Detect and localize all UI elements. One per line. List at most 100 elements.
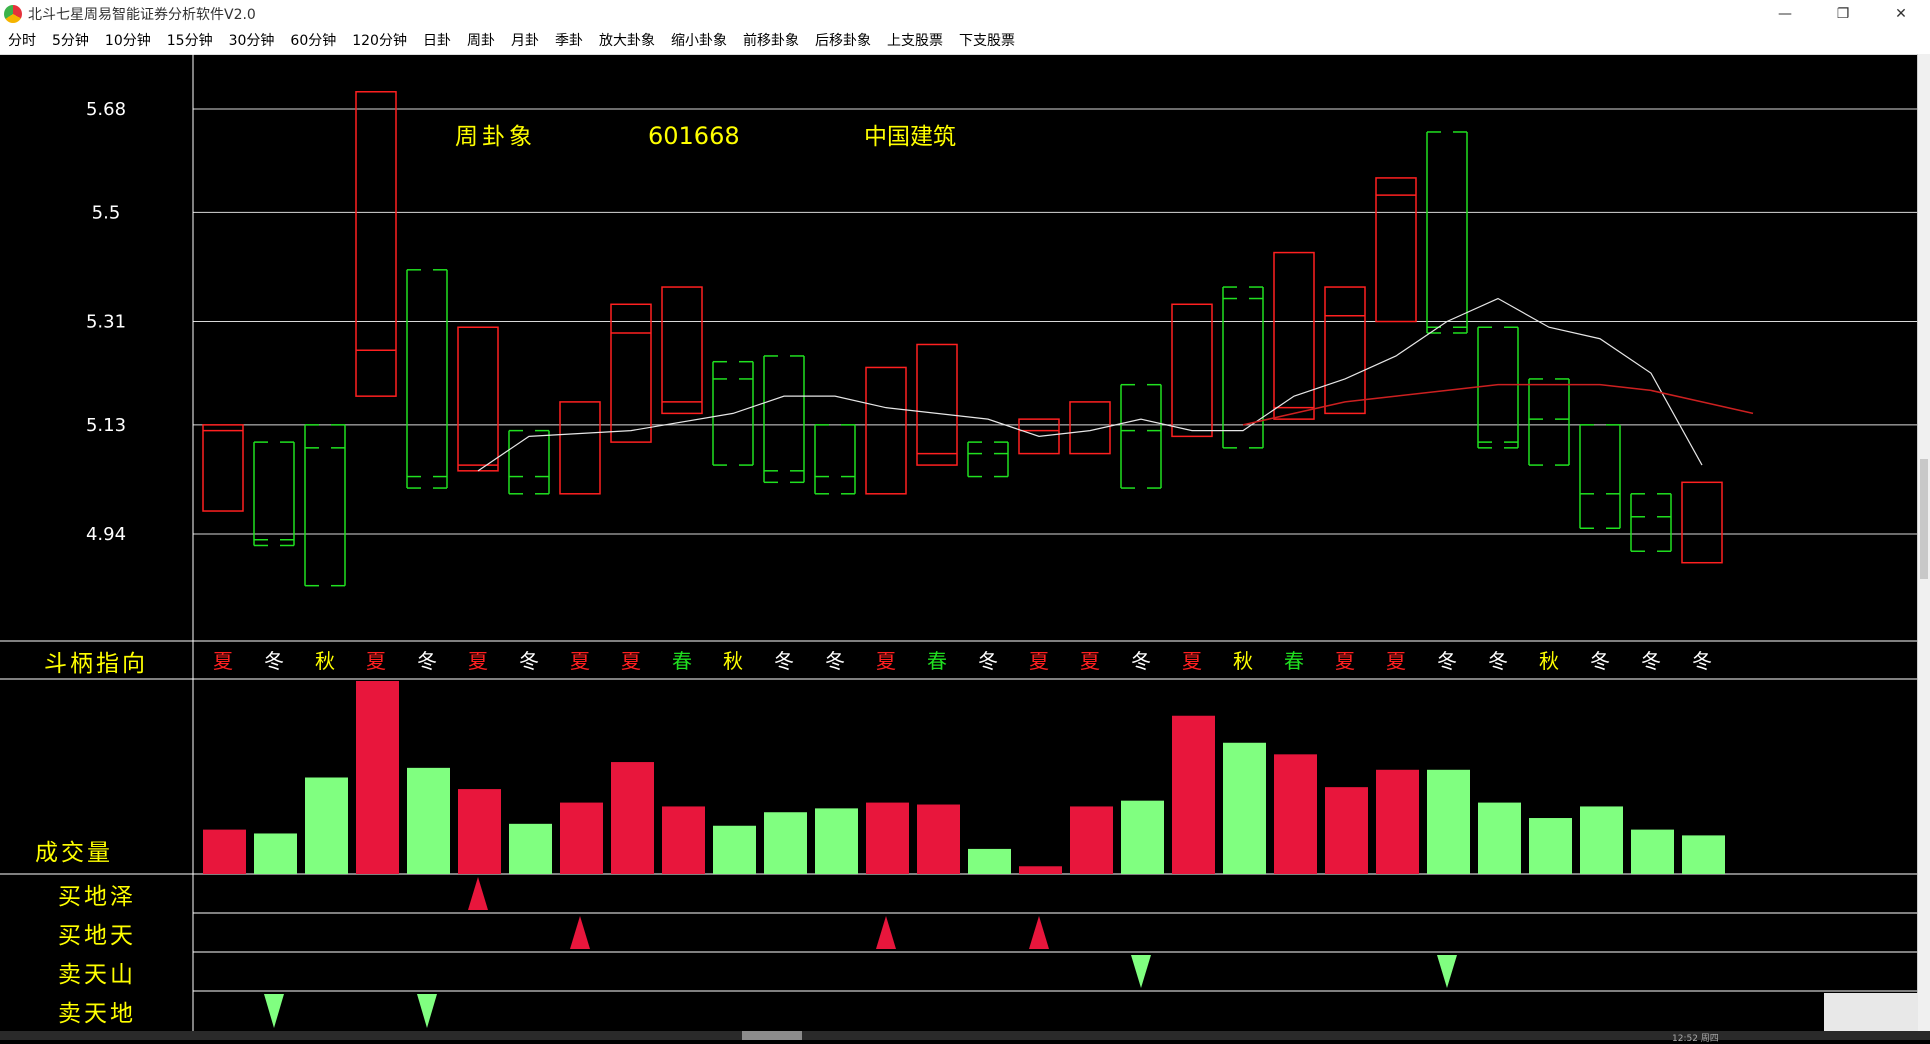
menu-item-14[interactable]: 后移卦象 — [807, 28, 879, 54]
volume-bar — [1631, 829, 1674, 874]
volume-bar — [968, 848, 1011, 874]
candle — [1528, 378, 1570, 466]
volume-label: 成交量 — [35, 840, 113, 866]
season-glyph: 夏 — [570, 649, 590, 673]
menu-item-8[interactable]: 周卦 — [459, 28, 503, 54]
close-button[interactable]: ✕ — [1872, 0, 1930, 28]
menu-item-3[interactable]: 15分钟 — [159, 28, 221, 54]
season-glyph: 冬 — [1437, 649, 1457, 673]
volume-bar — [203, 829, 246, 874]
status-time: 12:52 周四 — [1672, 1034, 1719, 1044]
season-glyph: 夏 — [1335, 649, 1355, 673]
candle — [457, 326, 499, 472]
candle — [355, 91, 397, 397]
menu-item-7[interactable]: 日卦 — [415, 28, 459, 54]
candle — [661, 286, 703, 415]
menu-item-15[interactable]: 上支股票 — [879, 28, 951, 54]
menu-item-1[interactable]: 5分钟 — [44, 28, 97, 54]
signal-row-label: 卖天地 — [58, 1001, 136, 1027]
volume-bar — [662, 806, 705, 874]
chart-canvas[interactable]: 5.68 5.5 5.31 5.13 4.94 周卦象 601668 中国建筑斗柄指向 夏 冬 秋 夏… — [0, 54, 1918, 1031]
candle — [1120, 383, 1162, 489]
volume-bar — [254, 833, 297, 874]
candle — [1273, 251, 1315, 420]
season-glyph: 春 — [1284, 649, 1304, 673]
stock-code: 601668 — [648, 122, 740, 150]
volume-bar — [1376, 769, 1419, 874]
status-box — [1824, 993, 1918, 1031]
volume-bar — [917, 804, 960, 874]
candle-body — [1681, 481, 1723, 564]
app-logo-icon — [4, 5, 22, 23]
menu-item-11[interactable]: 放大卦象 — [591, 28, 663, 54]
menu-item-5[interactable]: 60分钟 — [282, 28, 344, 54]
candle-body — [457, 326, 499, 472]
season-glyph: 冬 — [264, 649, 284, 673]
season-glyph: 冬 — [1488, 649, 1508, 673]
candle — [1630, 493, 1672, 552]
scroll-thumb[interactable] — [1920, 459, 1928, 579]
volume-bar — [1019, 866, 1062, 874]
stock-name: 中国建筑 — [864, 124, 956, 150]
candle — [304, 424, 346, 587]
candle-body — [202, 424, 244, 512]
menu-item-0[interactable]: 分时 — [0, 28, 44, 54]
menu-item-6[interactable]: 120分钟 — [344, 28, 415, 54]
signal-arrow-down — [417, 994, 437, 1028]
candle — [1579, 424, 1621, 530]
candle — [1426, 131, 1468, 334]
signal-row-label: 卖天山 — [58, 962, 136, 988]
volume-bar — [1223, 742, 1266, 874]
season-glyph: 夏 — [1182, 649, 1202, 673]
menu-item-13[interactable]: 前移卦象 — [735, 28, 807, 54]
menu-item-2[interactable]: 10分钟 — [97, 28, 159, 54]
volume-bar — [764, 812, 807, 874]
season-glyph: 冬 — [774, 649, 794, 673]
chart-area: 5.68 5.5 5.31 5.13 4.94 周卦象 601668 中国建筑 斗柄指向 夏 冬 秋 夏… — [0, 54, 1918, 1031]
candle-body — [610, 303, 652, 443]
candle-body — [559, 401, 601, 495]
window-title: 北斗七星周易智能证券分析软件V2.0 — [28, 7, 256, 23]
menu-item-4[interactable]: 30分钟 — [221, 28, 283, 54]
menu-item-10[interactable]: 季卦 — [547, 28, 591, 54]
volume-bar — [1427, 769, 1470, 874]
menu-bar: 分时 5分钟 10分钟 15分钟 30分钟 60分钟 120分钟 日卦 周卦 月卦 季卦 放大卦象 缩小… — [0, 28, 1930, 55]
horizontal-scrollbar[interactable] — [0, 1031, 1930, 1040]
volume-bar — [866, 802, 909, 874]
minimize-button[interactable]: — — [1756, 0, 1814, 28]
direction-label: 斗柄指向 — [44, 651, 148, 677]
candle — [1375, 177, 1417, 323]
volume-bar — [356, 681, 399, 874]
candle — [610, 303, 652, 443]
volume-bar — [1682, 835, 1725, 874]
volume-bar — [1325, 787, 1368, 874]
y-tick-label: 5.5 — [92, 202, 121, 223]
period-label: 周卦象 — [455, 124, 536, 150]
menu-item-12[interactable]: 缩小卦象 — [663, 28, 735, 54]
candle — [763, 355, 805, 484]
signal-arrow-up — [1029, 916, 1049, 949]
season-glyph: 夏 — [366, 649, 386, 673]
season-glyph: 秋 — [723, 649, 743, 673]
season-glyph: 夏 — [213, 649, 233, 673]
season-glyph: 夏 — [1386, 649, 1406, 673]
menu-item-9[interactable]: 月卦 — [503, 28, 547, 54]
candle — [967, 441, 1009, 478]
candle — [406, 269, 448, 489]
title-bar: 北斗七星周易智能证券分析软件V2.0 — ❐ ✕ — [0, 0, 1930, 28]
scroll-thumb-h[interactable] — [742, 1031, 802, 1040]
menu-item-16[interactable]: 下支股票 — [951, 28, 1023, 54]
season-glyph: 冬 — [978, 649, 998, 673]
season-glyph: 冬 — [1641, 649, 1661, 673]
volume-bar — [407, 767, 450, 874]
vertical-scrollbar[interactable] — [1917, 54, 1930, 1031]
volume-bar — [713, 825, 756, 874]
candle — [865, 366, 907, 495]
candle-body — [865, 366, 907, 495]
volume-bar — [815, 808, 858, 874]
y-tick-label: 5.68 — [86, 99, 126, 120]
y-tick-label: 5.13 — [86, 415, 126, 436]
season-glyph: 春 — [927, 649, 947, 673]
signal-arrow-down — [264, 994, 284, 1028]
restore-button[interactable]: ❐ — [1814, 0, 1872, 28]
